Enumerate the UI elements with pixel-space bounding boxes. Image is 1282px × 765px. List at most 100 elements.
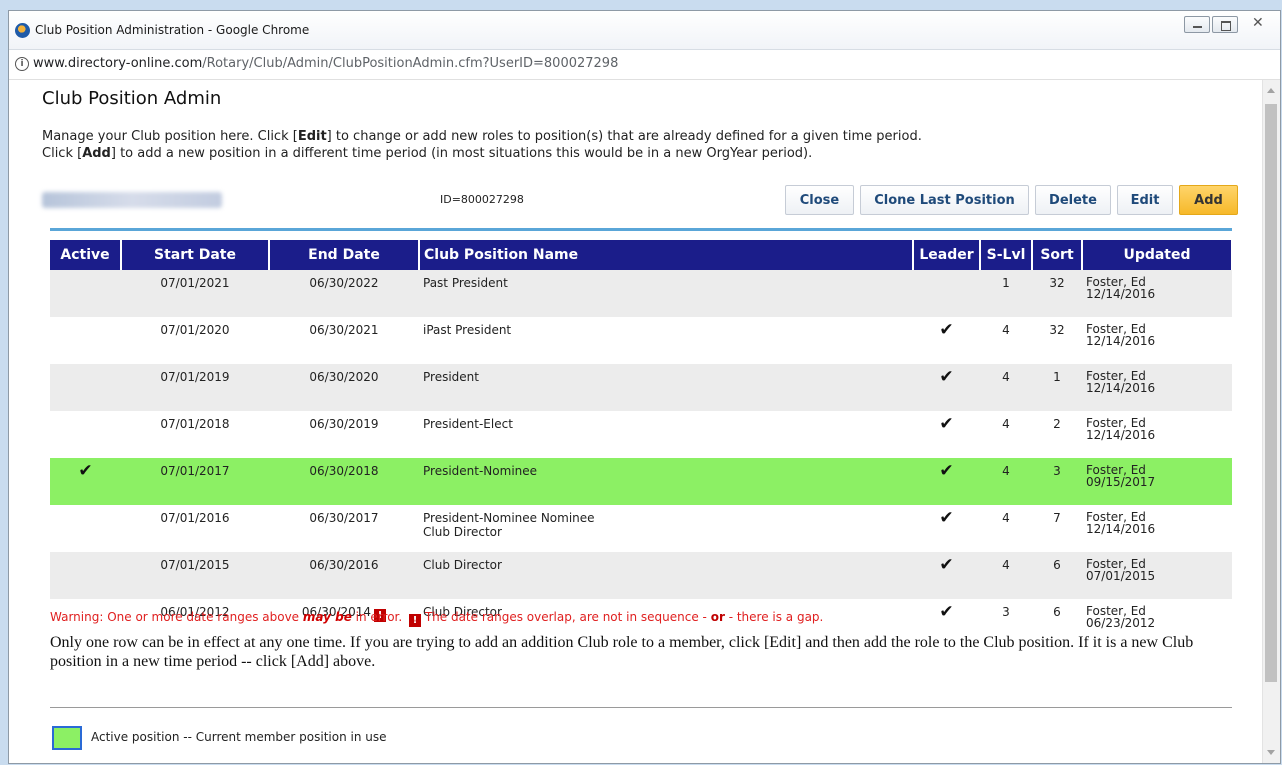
cell-position-name: Past President [419,270,913,317]
delete-button[interactable]: Delete [1035,185,1111,215]
info-icon[interactable]: i [15,57,29,71]
url-text[interactable]: www.directory-online.com/Rotary/Club/Adm… [33,56,618,71]
close-button[interactable]: Close [785,185,854,215]
cell-sort: 3 [1032,458,1082,505]
cell-leader: ✔ [913,458,980,505]
cell-active [50,552,121,599]
maximize-icon [1221,21,1231,31]
cell-position-name: Club Director [419,552,913,599]
updated-date: 12/14/2016 [1086,287,1156,301]
add-button[interactable]: Add [1179,185,1238,215]
cell-sort: 32 [1032,317,1082,364]
cell-s-lvl: 4 [980,552,1032,599]
member-name-blurred [42,192,222,208]
intro-line-1: Manage your Club position here. Click [E… [42,129,922,144]
table-row[interactable]: 07/01/2018 06/30/2019 President-Elect ✔ 4 2 Fo… [50,411,1232,458]
cell-sort: 2 [1032,411,1082,458]
cell-leader: ✔ [913,552,980,599]
table-row[interactable]: 07/01/2019 06/30/2020 President ✔ 4 1 Foster, … [50,364,1232,411]
col-start-date[interactable]: Start Date [121,240,270,270]
col-end-date[interactable]: End Date [269,240,420,270]
col-club-position-name[interactable]: Club Position Name [419,240,914,270]
cell-start-date: 07/01/2019 [121,364,269,411]
col-updated[interactable]: Updated [1082,240,1233,270]
table-header-row: Active Start Date End Date Club Position… [50,240,1233,270]
cell-end-date: 06/30/2016 [269,552,419,599]
close-icon: ✕ [1252,15,1264,31]
footer-divider [50,707,1232,708]
leader-check-icon: ✔ [939,414,954,434]
title-bar: Club Position Administration - Google Ch… [9,11,1280,50]
cell-updated: Foster, Ed 07/01/2015 [1082,552,1232,599]
end-date-text: 06/30/2021 [309,323,379,337]
table-row[interactable]: 07/01/2020 06/30/2021 iPast President ✔ 4 32 F… [50,317,1232,364]
updated-date: 12/14/2016 [1086,334,1156,348]
position-name: Past President [423,276,508,290]
cell-start-date: 07/01/2016 [121,505,269,552]
scroll-down-arrow-icon[interactable] [1267,750,1275,755]
cell-s-lvl: 1 [980,270,1032,317]
cell-end-date: 06/30/2017 [269,505,419,552]
col-active[interactable]: Active [50,240,122,270]
window-controls: ✕ [1184,15,1276,33]
scroll-up-arrow-icon[interactable] [1267,88,1275,93]
cell-active [50,270,121,317]
cell-start-date: 07/01/2018 [121,411,269,458]
page-content: Club Position Admin Manage your Club pos… [9,80,1263,763]
url-path: /Rotary/Club/Admin/ClubPositionAdmin.cfm… [202,56,619,71]
end-date-text: 06/30/2022 [309,276,379,290]
cell-end-date: 06/30/2022 [269,270,419,317]
member-id: ID=800027298 [440,193,524,206]
cell-updated: Foster, Ed 12/14/2016 [1082,317,1232,364]
col-s-lvl[interactable]: S-Lvl [980,240,1033,270]
position-name: iPast President [423,323,512,337]
cell-sort: 6 [1032,552,1082,599]
position-name: President [423,370,479,384]
cell-s-lvl: 4 [980,458,1032,505]
active-legend-swatch [52,726,82,750]
cell-position-name: iPast President [419,317,913,364]
leader-check-icon: ✔ [939,367,954,387]
rotary-logo-icon [15,23,30,38]
table-row[interactable]: 07/01/2021 06/30/2022 Past President 1 32 Fos… [50,270,1232,317]
cell-updated: Foster, Ed 12/14/2016 [1082,270,1232,317]
position-name-secondary: Club Director [423,525,502,539]
cell-updated: Foster, Ed 12/14/2016 [1082,364,1232,411]
cell-sort: 7 [1032,505,1082,552]
cell-sort: 1 [1032,364,1082,411]
cell-position-name: President-Nominee [419,458,913,505]
cell-s-lvl: 4 [980,364,1032,411]
warning-icon: ! [409,614,421,627]
address-bar[interactable]: i www.directory-online.com/Rotary/Club/A… [9,50,1280,80]
updated-date: 09/15/2017 [1086,475,1156,489]
cell-leader: ✔ [913,505,980,552]
position-name: President-Nominee [423,464,538,478]
cell-s-lvl: 4 [980,317,1032,364]
clone-last-position-button[interactable]: Clone Last Position [860,185,1029,215]
cell-end-date: 06/30/2021 [269,317,419,364]
leader-check-icon: ✔ [939,461,954,481]
cell-updated: Foster, Ed 12/14/2016 [1082,411,1232,458]
table-row[interactable]: 07/01/2016 06/30/2017 President-Nominee No… [50,505,1232,552]
scroll-thumb[interactable] [1265,104,1277,682]
close-window-button[interactable]: ✕ [1240,15,1276,33]
end-date-text: 06/30/2019 [309,417,379,431]
updated-date: 07/01/2015 [1086,569,1156,583]
browser-window: Club Position Administration - Google Ch… [8,10,1281,764]
url-host: www.directory-online.com [33,56,203,71]
active-legend-text: Active position -- Current member positi… [91,730,387,744]
table-body: 07/01/2021 06/30/2022 Past President 1 32 Fos… [50,270,1232,646]
maximize-button[interactable] [1212,16,1238,33]
cell-leader: ✔ [913,411,980,458]
col-sort[interactable]: Sort [1032,240,1083,270]
minimize-icon [1193,26,1202,28]
vertical-scrollbar[interactable] [1262,80,1280,763]
window-title: Club Position Administration - Google Ch… [35,23,310,37]
table-row[interactable]: ✔ 07/01/2017 06/30/2018 President-Nominee ✔ 4… [50,458,1232,505]
minimize-button[interactable] [1184,16,1210,33]
cell-end-date: 06/30/2019 [269,411,419,458]
col-leader[interactable]: Leader [913,240,981,270]
cell-end-date: 06/30/2020 [269,364,419,411]
table-row[interactable]: 07/01/2015 06/30/2016 Club Director ✔ 4 6 Fost… [50,552,1232,599]
edit-button[interactable]: Edit [1117,185,1173,215]
